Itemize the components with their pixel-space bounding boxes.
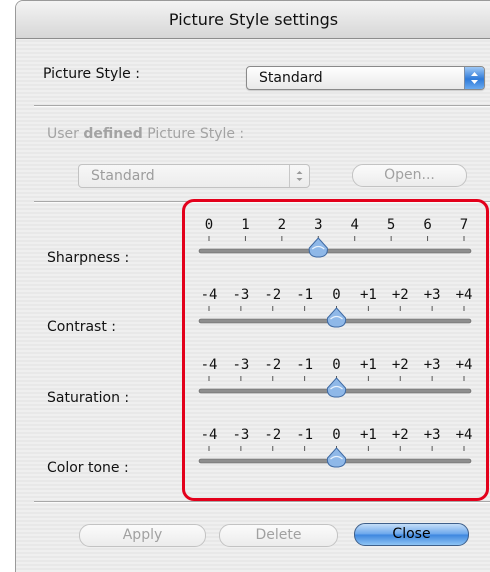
apply-button[interactable]: Apply xyxy=(79,524,206,547)
picture-style-settings-window: Picture Style settings Picture Style : S… xyxy=(15,0,490,572)
delete-button[interactable]: Delete xyxy=(219,524,338,547)
highlight-frame xyxy=(182,199,489,501)
close-button[interactable]: Close xyxy=(354,523,469,546)
section-divider xyxy=(34,501,490,503)
